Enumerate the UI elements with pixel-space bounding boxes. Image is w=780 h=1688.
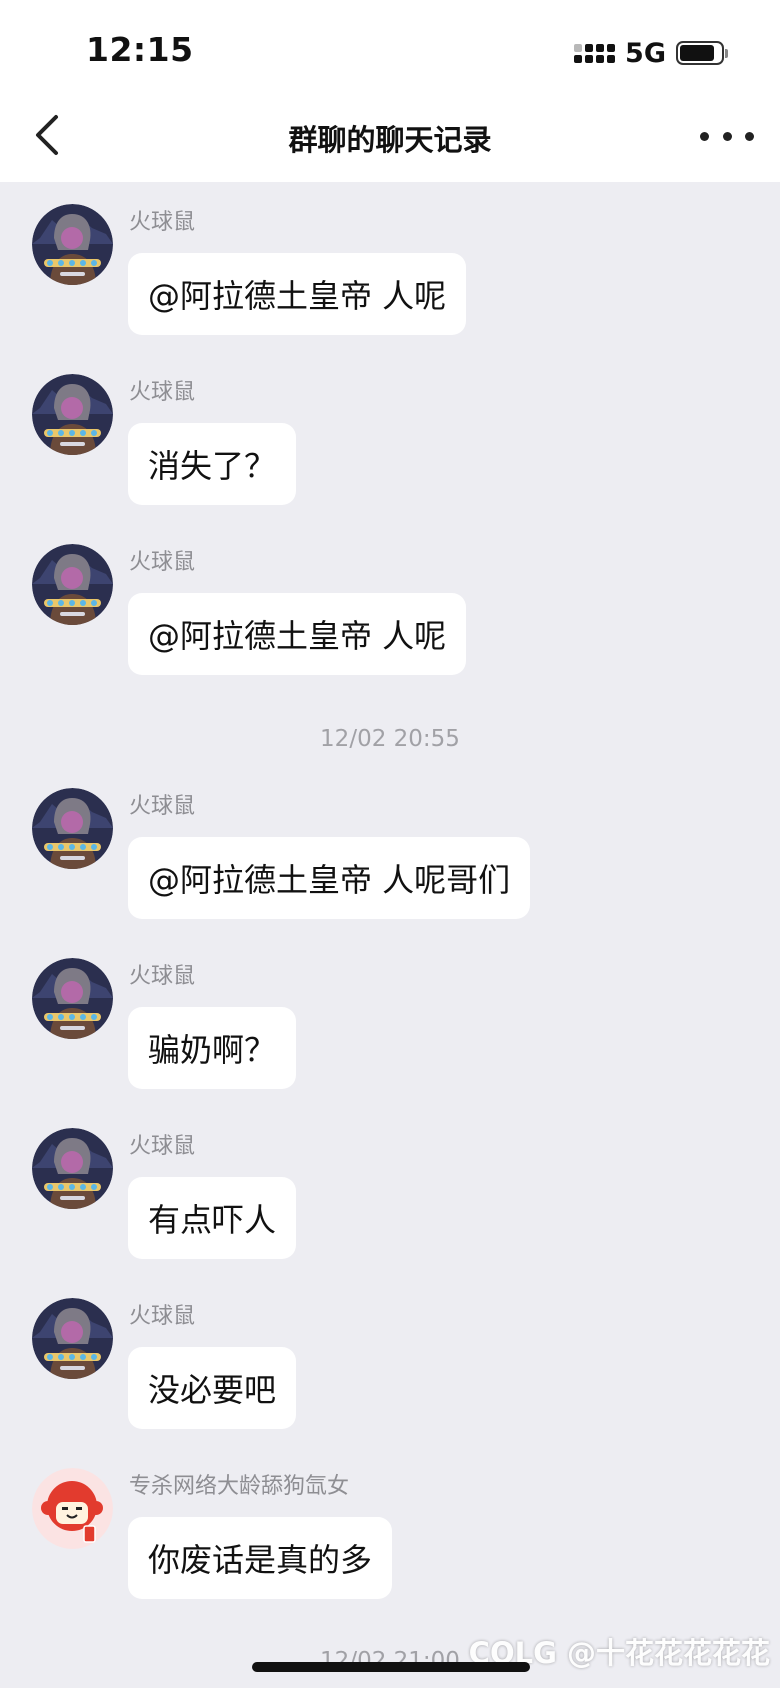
message-bubble[interactable]: 没必要吧 <box>128 1347 297 1429</box>
avatar[interactable] <box>32 788 113 869</box>
message-bubble[interactable]: 有点吓人 <box>128 1177 297 1259</box>
more-dot <box>722 131 732 141</box>
sender-name: 火球鼠 <box>129 210 196 235</box>
sender-name: 火球鼠 <box>129 1304 196 1329</box>
avatar[interactable] <box>32 1128 113 1209</box>
message-bubble[interactable]: @阿拉德土皇帝 人呢 <box>128 593 467 675</box>
user-avatar-icon <box>32 1298 113 1379</box>
more-options-button[interactable] <box>700 124 754 148</box>
timestamp-separator: 12/02 20:55 <box>320 726 460 752</box>
sender-name: 火球鼠 <box>129 550 196 575</box>
user-avatar-icon <box>32 544 113 625</box>
user-avatar-icon <box>32 1128 113 1209</box>
avatar[interactable] <box>32 1468 113 1549</box>
sender-name: 火球鼠 <box>129 794 196 819</box>
signal-bars-icon <box>574 43 616 63</box>
sender-name: 火球鼠 <box>129 1134 196 1159</box>
sender-name: 火球鼠 <box>129 964 196 989</box>
message-bubble[interactable]: 消失了？ <box>128 423 297 505</box>
page-title: 群聊的聊天记录 <box>288 123 492 157</box>
user-avatar-icon <box>32 958 113 1039</box>
user-avatar-icon <box>32 204 113 285</box>
avatar[interactable] <box>32 374 113 455</box>
message-bubble[interactable]: 骗奶啊？ <box>128 1007 297 1089</box>
battery-icon <box>676 41 728 65</box>
status-time: 12:15 <box>86 30 194 69</box>
user-avatar-icon <box>32 374 113 455</box>
sender-name: 专杀网络大龄舔狗氙女 <box>129 1474 350 1499</box>
avatar[interactable] <box>32 1298 113 1379</box>
more-dot <box>745 131 754 141</box>
user-avatar-icon <box>32 788 113 869</box>
avatar[interactable] <box>32 204 113 285</box>
sender-name: 火球鼠 <box>129 380 196 405</box>
network-label: 5G <box>625 37 666 69</box>
home-indicator[interactable] <box>252 1662 530 1672</box>
more-dot <box>700 131 709 141</box>
status-indicators: 5G <box>574 36 728 70</box>
avatar[interactable] <box>32 958 113 1039</box>
message-bubble[interactable]: @阿拉德土皇帝 人呢哥们 <box>128 837 531 919</box>
top-bar: 12:15 5G 群聊的聊天记录 <box>0 0 780 182</box>
mascot-avatar-icon <box>32 1468 113 1549</box>
avatar[interactable] <box>32 544 113 625</box>
message-bubble[interactable]: 你废话是真的多 <box>128 1517 393 1599</box>
message-bubble[interactable]: @阿拉德土皇帝 人呢 <box>128 253 467 335</box>
